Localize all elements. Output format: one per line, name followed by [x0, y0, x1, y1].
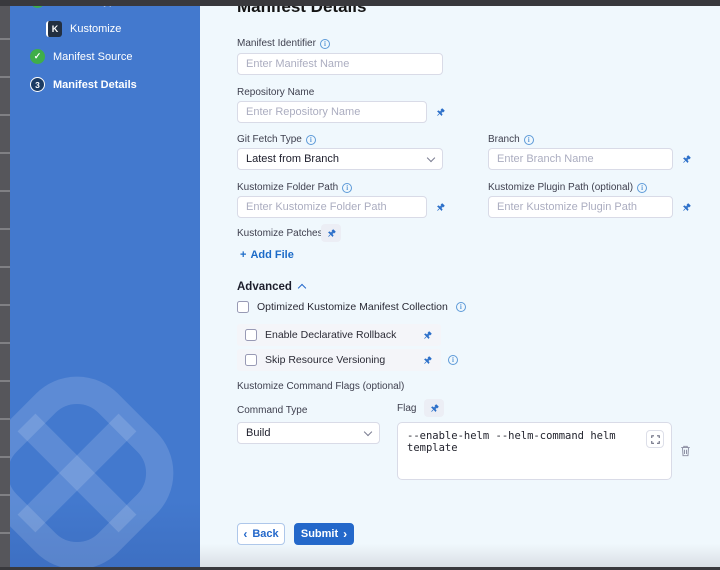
step-kustomize[interactable]: K Kustomize [46, 21, 121, 37]
optimized-collection-checkbox[interactable] [237, 301, 249, 313]
delete-flag-icon[interactable] [677, 443, 693, 459]
app-screen: Manifest Type K Kustomize Manifest Sourc… [0, 0, 720, 570]
arrow-left-icon: ‹ [243, 528, 247, 540]
info-icon[interactable] [524, 135, 534, 145]
folder-path-runtime-pin-icon[interactable] [431, 198, 449, 216]
plus-icon: + [240, 249, 246, 261]
info-icon[interactable] [342, 183, 352, 193]
skip-resource-versioning-row: Skip Resource Versioning [237, 349, 441, 371]
flag-input[interactable]: --enable-helm --helm-command helm templa… [398, 423, 671, 479]
info-icon[interactable] [320, 39, 330, 49]
step-manifest-source[interactable]: Manifest Source [30, 49, 132, 64]
kustomize-folder-path-input[interactable] [237, 196, 427, 218]
plugin-path-runtime-pin-icon[interactable] [677, 198, 695, 216]
command-type-select[interactable]: Build [237, 422, 380, 444]
manifest-identifier-input[interactable] [237, 53, 443, 75]
submit-button[interactable]: Submit › [294, 523, 354, 545]
info-icon[interactable] [637, 183, 647, 193]
chevron-up-icon [298, 284, 306, 292]
check-circle-icon [30, 49, 45, 64]
arrow-right-icon: › [343, 528, 347, 540]
manifest-details-panel: Manifest Details Manifest Identifier Rep… [200, 0, 720, 570]
branch-input[interactable] [488, 148, 673, 170]
chevron-down-icon [364, 427, 372, 435]
patches-runtime-pin-button[interactable] [321, 224, 341, 242]
flag-label: Flag [397, 403, 416, 414]
command-type-label: Command Type [237, 405, 307, 416]
step-manifest-details[interactable]: 3 Manifest Details [30, 77, 137, 92]
advanced-section-toggle[interactable]: Advanced [237, 281, 305, 293]
kustomize-icon: K [46, 21, 62, 37]
kustomize-folder-path-label: Kustomize Folder Path [237, 182, 352, 193]
info-icon[interactable] [456, 302, 466, 312]
add-file-button[interactable]: + Add File [240, 249, 294, 261]
step-label: Manifest Details [53, 79, 137, 91]
declarative-rollback-row: Enable Declarative Rollback [237, 324, 441, 346]
branch-runtime-pin-icon[interactable] [677, 150, 695, 168]
info-icon[interactable] [306, 135, 316, 145]
manifest-identifier-label: Manifest Identifier [237, 38, 330, 49]
optimized-collection-row: Optimized Kustomize Manifest Collection [237, 301, 466, 313]
wizard-sidebar: Manifest Type K Kustomize Manifest Sourc… [10, 0, 200, 570]
repository-name-label: Repository Name [237, 87, 314, 98]
step-label: Kustomize [70, 23, 121, 35]
branch-label: Branch [488, 134, 534, 145]
harness-logo-watermark [10, 368, 182, 570]
flag-runtime-pin-button[interactable] [424, 399, 444, 417]
dimmed-page-left-edge [0, 0, 10, 570]
repository-name-input[interactable] [237, 101, 427, 123]
step-label: Manifest Source [53, 51, 132, 63]
git-fetch-type-label: Git Fetch Type [237, 134, 316, 145]
git-fetch-type-select[interactable]: Latest from Branch [237, 148, 443, 170]
dimmed-page-top-edge [0, 0, 720, 6]
step-number-badge: 3 [30, 77, 45, 92]
repository-name-runtime-pin-icon[interactable] [431, 103, 449, 121]
skip-versioning-runtime-pin-icon[interactable] [422, 355, 433, 366]
kustomize-plugin-path-input[interactable] [488, 196, 673, 218]
declarative-rollback-checkbox[interactable] [245, 329, 257, 341]
skip-versioning-info-icon[interactable] [448, 355, 458, 365]
command-flags-section-label: Kustomize Command Flags (optional) [237, 381, 404, 392]
flag-textarea-container: --enable-helm --helm-command helm templa… [397, 422, 672, 480]
expand-icon[interactable] [646, 430, 664, 448]
rollback-runtime-pin-icon[interactable] [422, 330, 433, 341]
back-button[interactable]: ‹ Back [237, 523, 285, 545]
skip-resource-versioning-checkbox[interactable] [245, 354, 257, 366]
kustomize-plugin-path-label: Kustomize Plugin Path (optional) [488, 182, 647, 193]
chevron-down-icon [427, 153, 435, 161]
